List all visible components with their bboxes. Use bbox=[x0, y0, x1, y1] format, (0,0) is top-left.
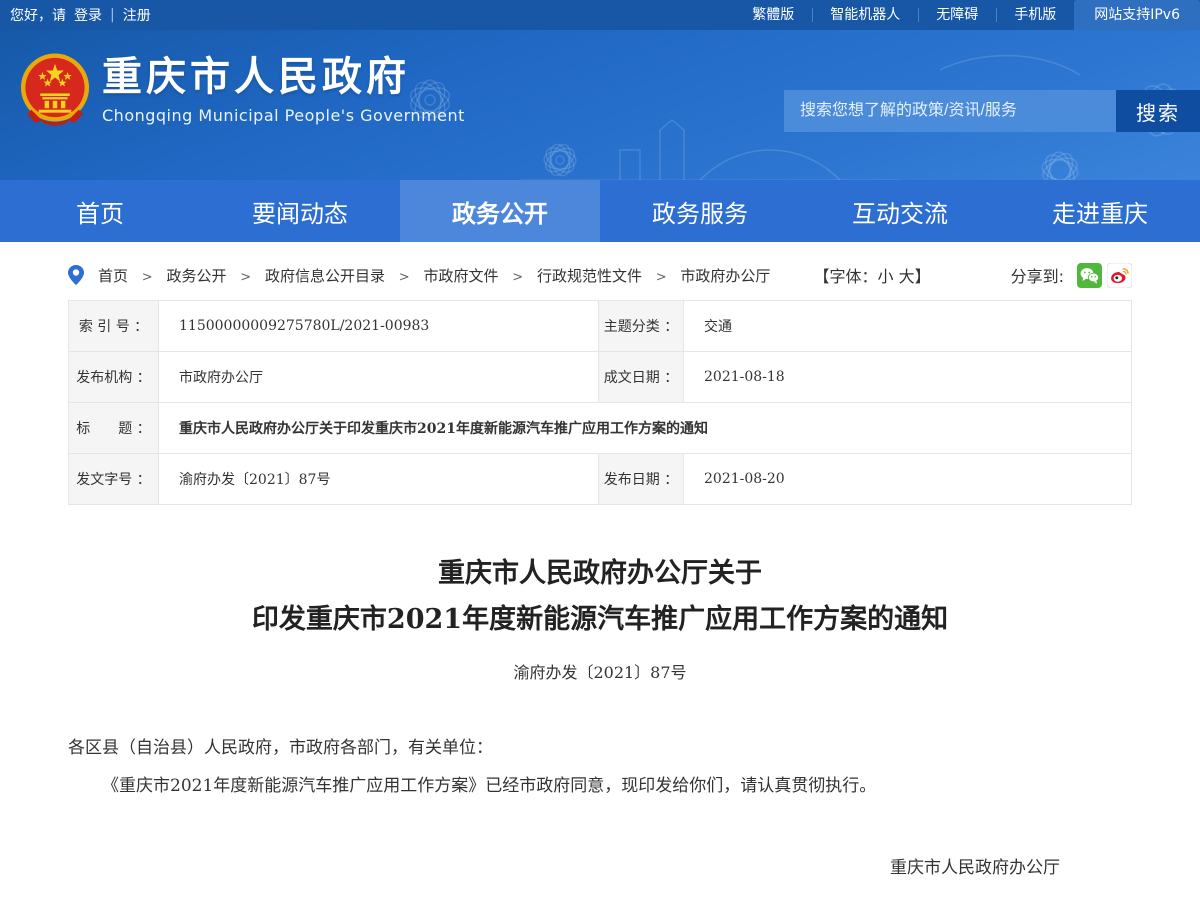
written-date-label: 成文日期 ： bbox=[599, 352, 684, 403]
font-size-control: 【字体：小 大】 bbox=[813, 263, 930, 287]
breadcrumb-home[interactable]: 首页 bbox=[98, 267, 128, 285]
main-navigation: 首页 要闻动态 政务公开 政务服务 互动交流 走进重庆 bbox=[0, 180, 1200, 242]
location-pin-icon bbox=[68, 265, 84, 285]
register-link[interactable]: 注册 bbox=[123, 5, 151, 25]
document-body: 重庆市人民政府办公厅关于 印发重庆市2021年度新能源汽车推广应用工作方案的通知… bbox=[68, 551, 1132, 899]
index-number-label: 索 引 号 ： bbox=[69, 301, 159, 352]
chatbot-link[interactable]: 智能机器人 bbox=[812, 0, 918, 30]
national-emblem-logo bbox=[18, 52, 92, 126]
top-utility-bar: 您好，请 登录 | 注册 繁體版 智能机器人 无障碍 手机版 网站支持IPv6 bbox=[0, 0, 1200, 30]
mobile-version-link[interactable]: 手机版 bbox=[996, 0, 1074, 30]
login-register-separator: | bbox=[110, 7, 115, 23]
login-link[interactable]: 登录 bbox=[74, 5, 102, 25]
nav-item-interaction[interactable]: 互动交流 bbox=[800, 180, 1000, 242]
index-number-value: 11500000009275780L/2021-00983 bbox=[159, 301, 599, 352]
subject-category-value: 交通 bbox=[684, 301, 1132, 352]
nav-item-home[interactable]: 首页 bbox=[0, 180, 200, 242]
wechat-share-icon[interactable] bbox=[1077, 263, 1102, 288]
share-label: 分享到: bbox=[1011, 263, 1064, 287]
site-brand[interactable]: 重庆市人民政府 Chongqing Municipal People's Gov… bbox=[8, 52, 465, 126]
site-header: 重庆市人民政府 Chongqing Municipal People's Gov… bbox=[0, 30, 1200, 180]
font-smaller-button[interactable]: 小 bbox=[877, 267, 893, 286]
traditional-chinese-link[interactable]: 繁體版 bbox=[734, 0, 812, 30]
search-input[interactable] bbox=[784, 90, 1116, 132]
publish-date-label: 发布日期 ： bbox=[599, 454, 684, 505]
article-doc-number: 渝府办发〔2021〕87号 bbox=[68, 659, 1132, 683]
nav-item-about-chongqing[interactable]: 走进重庆 bbox=[1000, 180, 1200, 242]
breadcrumb-toolbar: 首页 > 政务公开 > 政府信息公开目录 > 市政府文件 > 行政规范性文件 >… bbox=[68, 254, 1132, 296]
article-paragraph: 《重庆市2021年度新能源汽车推广应用工作方案》已经市政府同意，现印发给你们，请… bbox=[68, 771, 1132, 801]
greeting-text: 您好，请 bbox=[10, 5, 66, 25]
issuing-agency-label: 发布机构 ： bbox=[69, 352, 159, 403]
site-title: 重庆市人民政府 bbox=[102, 54, 465, 100]
breadcrumb-info-catalog[interactable]: 政府信息公开目录 bbox=[265, 267, 385, 285]
site-search: 搜索 bbox=[784, 90, 1200, 132]
search-button[interactable]: 搜索 bbox=[1116, 90, 1200, 132]
nav-item-gov-info[interactable]: 政务公开 bbox=[400, 180, 600, 242]
article-title-line1: 重庆市人民政府办公厅关于 bbox=[68, 551, 1132, 597]
doc-title-value: 重庆市人民政府办公厅关于印发重庆市2021年度新能源汽车推广应用工作方案的通知 bbox=[159, 403, 1132, 454]
doc-number-label: 发文字号 ： bbox=[69, 454, 159, 505]
weibo-share-icon[interactable] bbox=[1107, 263, 1132, 288]
written-date-value: 2021-08-18 bbox=[684, 352, 1132, 403]
breadcrumb-gov-office[interactable]: 市政府办公厅 bbox=[680, 267, 770, 285]
subject-category-label: 主题分类 ： bbox=[599, 301, 684, 352]
document-info-table: 索 引 号 ： 11500000009275780L/2021-00983 主题… bbox=[68, 300, 1132, 505]
publish-date-value: 2021-08-20 bbox=[684, 454, 1132, 505]
breadcrumb-gov-info[interactable]: 政务公开 bbox=[166, 267, 226, 285]
nav-item-gov-services[interactable]: 政务服务 bbox=[600, 180, 800, 242]
site-subtitle: Chongqing Municipal People's Government bbox=[102, 106, 465, 125]
breadcrumb-city-gov-docs[interactable]: 市政府文件 bbox=[423, 267, 498, 285]
breadcrumb-admin-normative-docs[interactable]: 行政规范性文件 bbox=[537, 267, 642, 285]
article-salutation: 各区县（自治县）人民政府，市政府各部门，有关单位： bbox=[68, 733, 1132, 763]
nav-item-news[interactable]: 要闻动态 bbox=[200, 180, 400, 242]
issuing-agency-value: 市政府办公厅 bbox=[159, 352, 599, 403]
doc-number-value: 渝府办发〔2021〕87号 bbox=[159, 454, 599, 505]
font-larger-button[interactable]: 大 bbox=[899, 267, 915, 286]
doc-title-label: 标 题 ： bbox=[69, 403, 159, 454]
ipv6-support-badge[interactable]: 网站支持IPv6 bbox=[1074, 0, 1200, 30]
article-title-line2: 印发重庆市2021年度新能源汽车推广应用工作方案的通知 bbox=[68, 597, 1132, 643]
accessibility-link[interactable]: 无障碍 bbox=[918, 0, 996, 30]
article-signature: 重庆市人民政府办公厅 bbox=[68, 853, 1132, 878]
breadcrumb: 首页 > 政务公开 > 政府信息公开目录 > 市政府文件 > 行政规范性文件 >… bbox=[98, 265, 770, 286]
